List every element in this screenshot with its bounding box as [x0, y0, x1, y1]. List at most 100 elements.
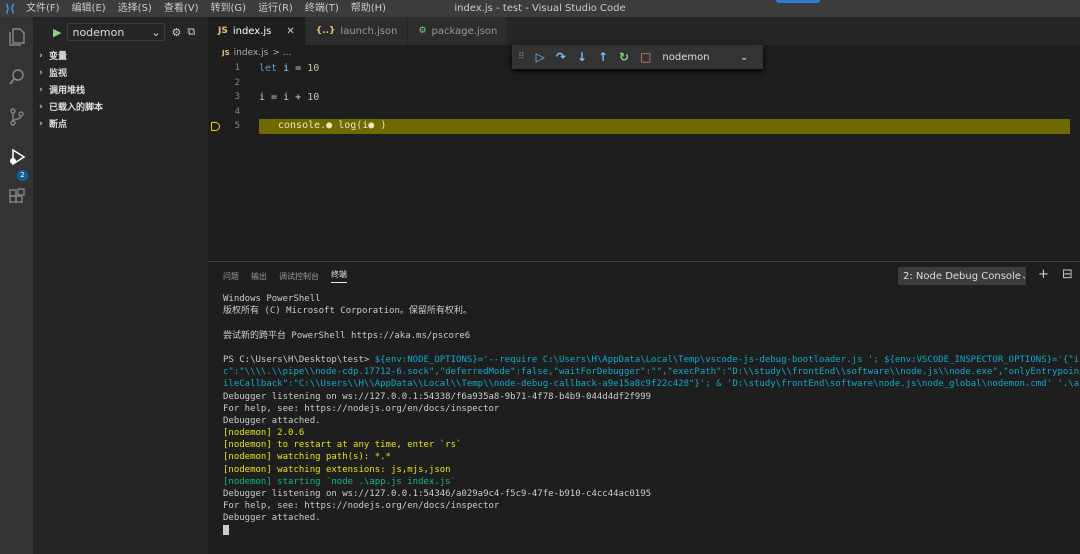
menu-view[interactable]: 查看(V): [158, 0, 205, 17]
terminal-select-label: 2: Node Debug Console: [903, 270, 1021, 282]
menu-selection[interactable]: 选择(S): [112, 0, 158, 17]
menu-help[interactable]: 帮助(H): [345, 0, 392, 17]
gear-icon[interactable]: ⚙: [171, 26, 181, 39]
close-icon[interactable]: ✕: [286, 26, 294, 37]
menu-edit[interactable]: 编辑(E): [66, 0, 112, 17]
terminal-line: [nodemon] to restart at any time, enter …: [223, 439, 1080, 451]
terminal-line: For help, see: https://nodejs.org/en/doc…: [223, 403, 1080, 415]
terminal-select[interactable]: 2: Node Debug Console⌄: [898, 267, 1026, 285]
tab-output[interactable]: 输出: [251, 271, 267, 282]
terminal-text: [nodemon] starting `node .\app.js index.…: [223, 476, 456, 487]
run-debug-icon[interactable]: [0, 137, 33, 177]
menu-run[interactable]: 运行(R): [252, 0, 299, 17]
terminal-text: 尝试新的跨平台 PowerShell https://aka.ms/pscore…: [223, 330, 471, 341]
code-text: console.● log(i● ): [259, 119, 1070, 134]
current-line: 5 console.● log(i● ): [208, 119, 1080, 134]
terminal-text: For help, see: https://nodejs.org/en/doc…: [223, 501, 500, 512]
section-breakpoints[interactable]: › 断点: [33, 115, 208, 132]
chevron-down-icon: ⌄: [151, 25, 161, 39]
step-out-icon[interactable]: ↑: [598, 50, 608, 64]
menu-file[interactable]: 文件(F): [20, 0, 66, 17]
breadcrumb-file[interactable]: index.js: [234, 48, 269, 58]
editor-tabs: JS index.js ✕ {..} launch.json ⚙ package.jso…: [208, 17, 1080, 45]
breakpoint-stopped-icon[interactable]: [211, 122, 220, 131]
tab-terminal[interactable]: 终端: [331, 269, 347, 283]
menu-bar: 文件(F) 编辑(E) 选择(S) 查看(V) 转到(G) 运行(R) 终端(T…: [20, 0, 392, 17]
terminal-line: PS C:\Users\H\Desktop\test> ${env:NODE_O…: [223, 354, 1080, 366]
tab-package-json[interactable]: ⚙ package.json: [408, 17, 509, 45]
stop-icon[interactable]: □: [640, 50, 651, 64]
bottom-panel: 问题 输出 调试控制台 终端 2: Node Debug Console⌄ + …: [208, 261, 1080, 554]
terminal-line: 尝试新的跨平台 PowerShell https://aka.ms/pscore…: [223, 330, 1080, 342]
terminal-line: 版权所有 (C) Microsoft Corporation。保留所有权利。: [223, 305, 1080, 317]
terminal-text: Debugger attached.: [223, 415, 321, 426]
tab-launch-json[interactable]: {..} launch.json: [305, 17, 409, 45]
code-editor[interactable]: 1 let i = 10 2 3 i = i + 10 4 5 console.● l…: [208, 61, 1080, 261]
section-label: 变量: [49, 52, 68, 62]
terminal-text: PS C:\Users\H\Desktop\test>: [223, 354, 375, 365]
debug-console-icon[interactable]: ⧉: [187, 25, 195, 39]
title-toggle: [776, 0, 820, 3]
tab-label: index.js: [232, 25, 272, 37]
breadcrumb-rest[interactable]: > ...: [272, 48, 291, 58]
source-control-icon[interactable]: [0, 97, 33, 137]
terminal-text: [nodemon] 2.0.6: [223, 428, 305, 439]
debug-session-select[interactable]: nodemon ⌄: [662, 52, 748, 63]
search-icon[interactable]: [0, 57, 33, 97]
extensions-icon[interactable]: [0, 177, 33, 217]
line-number: 3: [234, 92, 240, 103]
terminal-line: Debugger listening on ws://127.0.0.1:543…: [223, 488, 1080, 500]
debug-config-select[interactable]: nodemon ⌄: [67, 23, 166, 41]
drag-handle-icon[interactable]: ⠿: [518, 52, 525, 62]
line-number: 2: [234, 77, 240, 88]
section-label: 已载入的脚本: [49, 103, 104, 113]
npm-file-icon: ⚙: [418, 26, 427, 36]
session-label: nodemon: [662, 51, 710, 63]
activity-bar: 2: [0, 17, 33, 554]
debug-config-bar: ▶ nodemon ⌄ ⚙ ⧉: [33, 17, 208, 47]
line-number: 4: [234, 106, 240, 117]
explorer-icon[interactable]: [0, 17, 33, 57]
terminal-output[interactable]: Windows PowerShell 版权所有 (C) Microsoft Cor…: [223, 293, 1080, 537]
section-variables[interactable]: › 变量: [33, 47, 208, 64]
terminal-line: Debugger attached.: [223, 512, 1080, 524]
debug-toolbar: ⠿ ▷ ↷ ↓ ↑ ↻ □ nodemon ⌄: [512, 45, 763, 69]
terminal-line: [nodemon] starting `node .\app.js index.…: [223, 476, 1080, 488]
terminal-line: Debugger attached.: [223, 415, 1080, 427]
restart-icon[interactable]: ↻: [619, 50, 629, 64]
vscode-logo-icon: ⟩⟨: [4, 2, 16, 15]
code-line: 2: [208, 76, 1080, 91]
tab-label: launch.json: [340, 25, 398, 37]
terminal-line: c":"\\\\.\\pipe\\node-cdp.17712-6.sock",…: [223, 366, 1080, 378]
section-call-stack[interactable]: › 调用堆栈: [33, 81, 208, 98]
add-terminal-icon[interactable]: +: [1038, 267, 1049, 282]
tab-index-js[interactable]: JS index.js ✕: [208, 17, 306, 45]
terminal-text: [nodemon] watching path(s): *.*: [223, 452, 391, 463]
terminal-line: [nodemon] 2.0.6: [223, 427, 1080, 439]
split-terminal-icon[interactable]: ⊟: [1062, 267, 1073, 282]
terminal-cursor-line: [223, 525, 1080, 537]
terminal-text: Debugger attached.: [223, 513, 321, 524]
start-debug-icon[interactable]: ▶: [53, 26, 61, 39]
section-label: 调用堆栈: [49, 86, 86, 96]
tab-problems[interactable]: 问题: [223, 271, 239, 282]
section-watch[interactable]: › 监视: [33, 64, 208, 81]
menu-go[interactable]: 转到(G): [205, 0, 253, 17]
menu-terminal[interactable]: 终端(T): [299, 0, 345, 17]
code-line: 3 i = i + 10: [208, 90, 1080, 105]
tab-debug-console[interactable]: 调试控制台: [279, 271, 319, 282]
terminal-line: Windows PowerShell: [223, 293, 1080, 305]
step-into-icon[interactable]: ↓: [577, 50, 587, 64]
terminal-text: Debugger listening on ws://127.0.0.1:543…: [223, 391, 652, 402]
step-over-icon[interactable]: ↷: [556, 50, 566, 64]
section-loaded-scripts[interactable]: › 已载入的脚本: [33, 98, 208, 115]
tab-label: package.json: [431, 25, 498, 37]
terminal-cursor: [223, 525, 229, 536]
code-text: let i = 10: [259, 62, 320, 74]
terminal-text: ileCallback":"C:\\Users\\H\\AppData\\Loc…: [223, 379, 1080, 390]
section-label: 监视: [49, 69, 68, 79]
debug-config-label: nodemon: [72, 25, 125, 39]
continue-icon[interactable]: ▷: [536, 50, 545, 64]
terminal-text: c":"\\\\.\\pipe\\node-cdp.17712-6.sock",…: [223, 367, 1080, 378]
